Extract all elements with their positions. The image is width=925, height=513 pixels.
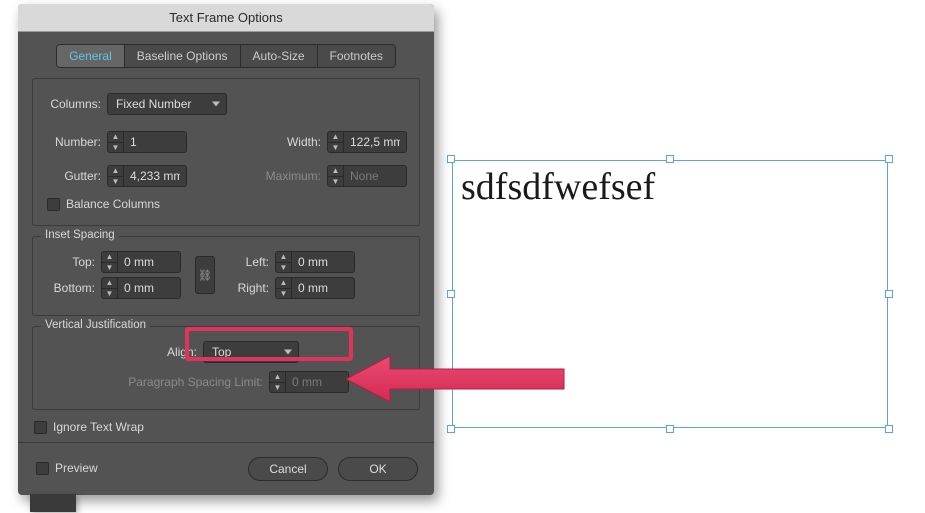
spinner-up-icon: ▲ [108,166,123,177]
gutter-spinner[interactable]: ▲▼ [107,165,187,187]
gutter-input[interactable] [124,166,186,186]
ignore-text-wrap-label: Ignore Text Wrap [53,420,144,434]
columns-mode-select[interactable]: Fixed Number [107,93,227,115]
inset-left-spinner[interactable]: ▲▼ [275,251,355,273]
checkbox-box-icon [47,198,60,211]
spinner-up-icon: ▲ [102,278,117,289]
balance-columns-label: Balance Columns [66,197,160,211]
spinner-up-icon: ▲ [328,166,343,177]
align-value: Top [212,345,231,359]
text-frame-bounds: sdfsdfwefsef [452,160,888,428]
resize-handle-top-left[interactable] [447,155,455,163]
inset-top-label: Top: [45,255,95,269]
spinner-up-icon: ▲ [328,132,343,143]
resize-handle-top-right[interactable] [885,155,893,163]
spinner-down-icon: ▼ [108,177,123,187]
spinner-up-icon: ▲ [276,252,291,263]
inset-spacing-panel: Inset Spacing Top: ▲▼ Bottom: ▲▼ [32,236,420,316]
columns-mode-value: Fixed Number [116,97,191,111]
vjust-group-label: Vertical Justification [41,319,150,331]
vertical-justification-panel: Vertical Justification Align: Top Paragr… [32,326,420,410]
resize-handle-bottom-right[interactable] [885,425,893,433]
inset-right-label: Right: [229,281,269,295]
number-spinner[interactable]: ▲▼ [107,131,187,153]
maximum-spinner: ▲▼ [327,165,407,187]
number-label: Number: [45,135,101,149]
tab-baseline-options[interactable]: Baseline Options [125,44,241,68]
cancel-button[interactable]: Cancel [248,457,328,481]
spinner-up-icon: ▲ [276,278,291,289]
paragraph-spacing-spinner: ▲▼ [269,371,349,393]
tab-bar: General Baseline Options Auto-Size Footn… [18,32,434,78]
spinner-down-icon: ▼ [102,289,117,299]
inset-bottom-input[interactable] [118,278,180,298]
inset-spacing-group-label: Inset Spacing [41,229,119,241]
width-spinner[interactable]: ▲▼ [327,131,407,153]
width-label: Width: [275,135,321,149]
resize-handle-middle-left[interactable] [447,290,455,298]
resize-handle-bottom-left[interactable] [447,425,455,433]
inset-left-input[interactable] [292,252,354,272]
maximum-label: Maximum: [255,169,321,183]
maximum-input [344,166,406,186]
gutter-label: Gutter: [45,169,101,183]
balance-columns-checkbox[interactable]: Balance Columns [47,197,407,211]
text-frame-options-dialog: Text Frame Options General Baseline Opti… [18,4,434,495]
paragraph-spacing-limit-label: Paragraph Spacing Limit: [103,375,263,389]
checkbox-box-icon [36,462,49,475]
inset-bottom-label: Bottom: [45,281,95,295]
spinner-down-icon: ▼ [102,263,117,273]
dialog-title: Text Frame Options [18,4,434,32]
columns-label: Columns: [45,97,101,111]
spinner-up-icon: ▲ [108,132,123,143]
checkbox-box-icon [34,421,47,434]
spinner-down-icon: ▼ [276,289,291,299]
columns-panel: Columns: Fixed Number Number: ▲▼ Width: … [32,78,420,226]
inset-right-input[interactable] [292,278,354,298]
spinner-down-icon: ▼ [270,383,285,393]
width-input[interactable] [344,132,406,152]
align-label: Align: [153,345,197,359]
paragraph-spacing-input [286,372,348,392]
spinner-down-icon: ▼ [276,263,291,273]
inset-left-label: Left: [229,255,269,269]
text-frame-content[interactable]: sdfsdfwefsef [453,161,887,213]
link-insets-toggle[interactable]: ⛓ [195,256,215,294]
spinner-down-icon: ▼ [108,143,123,153]
text-frame[interactable]: sdfsdfwefsef [452,160,888,428]
resize-handle-middle-right[interactable] [885,290,893,298]
spinner-up-icon: ▲ [270,372,285,383]
inset-bottom-spinner[interactable]: ▲▼ [101,277,181,299]
align-select[interactable]: Top [203,341,299,363]
inset-top-input[interactable] [118,252,180,272]
number-input[interactable] [124,132,186,152]
spinner-down-icon: ▼ [328,177,343,187]
background-chrome-strip [30,494,76,512]
preview-checkbox[interactable]: Preview [36,461,98,475]
ok-button[interactable]: OK [338,457,418,481]
ignore-text-wrap-checkbox[interactable]: Ignore Text Wrap [34,420,420,434]
tab-auto-size[interactable]: Auto-Size [241,44,318,68]
preview-label: Preview [55,461,98,475]
resize-handle-top-middle[interactable] [666,155,674,163]
resize-handle-bottom-middle[interactable] [666,425,674,433]
inset-right-spinner[interactable]: ▲▼ [275,277,355,299]
tab-general[interactable]: General [56,44,125,68]
tab-footnotes[interactable]: Footnotes [318,44,396,68]
spinner-down-icon: ▼ [328,143,343,153]
inset-top-spinner[interactable]: ▲▼ [101,251,181,273]
spinner-up-icon: ▲ [102,252,117,263]
